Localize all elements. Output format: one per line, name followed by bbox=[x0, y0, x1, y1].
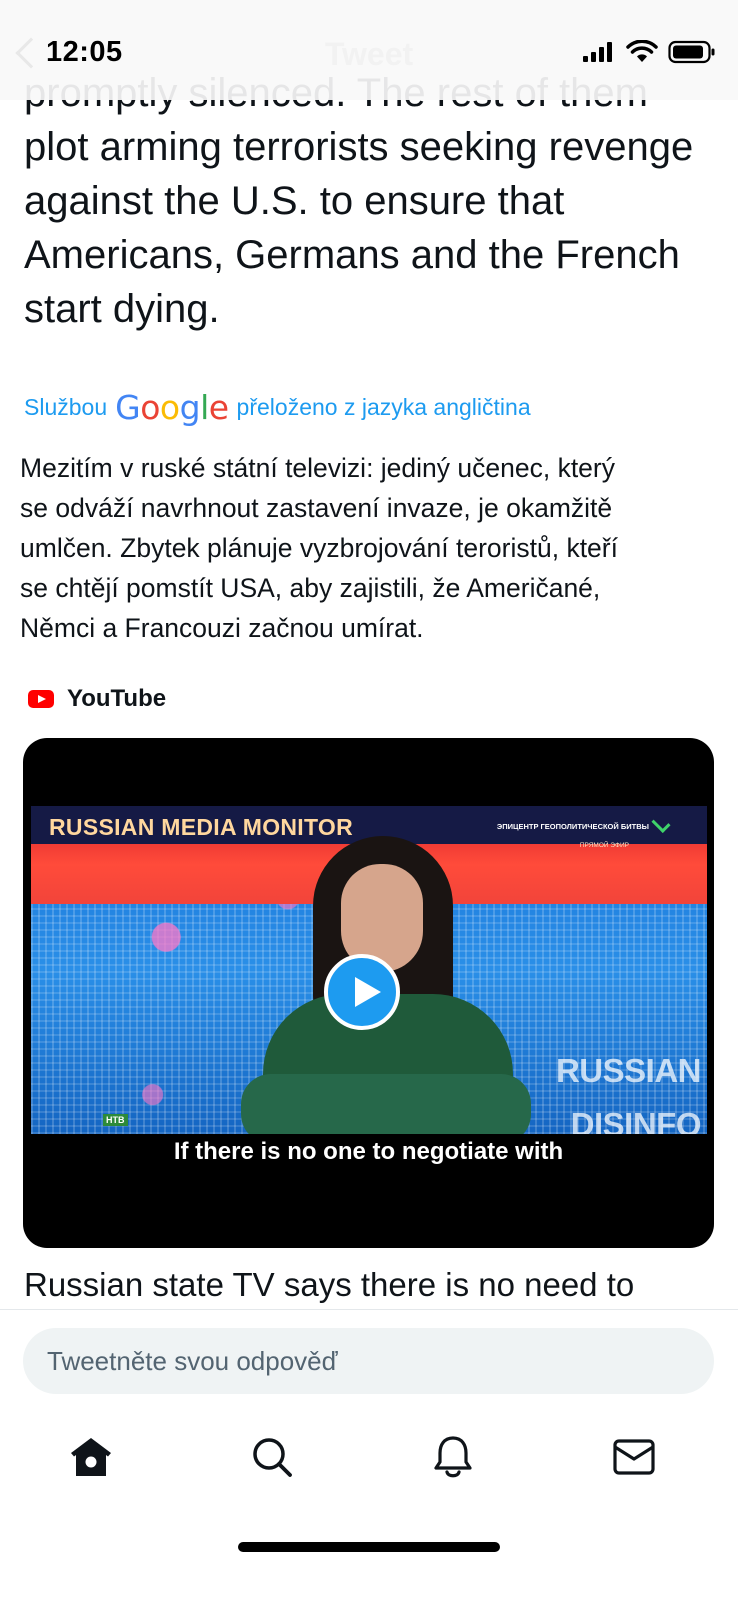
search-icon bbox=[253, 1438, 292, 1477]
google-logo-letter: l bbox=[200, 388, 209, 427]
translation-line: se odváží navrhnout zastavení invaze, je… bbox=[20, 493, 613, 523]
status-bar: Tweet 12:05 bbox=[0, 0, 738, 100]
google-logo-letter: e bbox=[208, 388, 229, 427]
wifi-icon bbox=[626, 40, 658, 62]
translation-notice[interactable]: Službou Google přeloženo z jazyka anglič… bbox=[24, 388, 531, 427]
home-indicator[interactable] bbox=[238, 1542, 500, 1552]
tweet-line: Americans, Germans and the French bbox=[24, 233, 680, 277]
tweet-line: start dying. bbox=[24, 287, 220, 331]
status-time: 12:05 bbox=[46, 36, 123, 68]
tab-home[interactable] bbox=[66, 1432, 116, 1482]
translation-prefix: Službou bbox=[24, 394, 108, 420]
translation-line: Mezitím v ruské státní televizi: jediný … bbox=[20, 453, 615, 483]
card-source-label: YouTube bbox=[67, 685, 167, 712]
translation-line: umlčen. Zbytek plánuje vyzbrojování tero… bbox=[20, 533, 618, 563]
google-logo-letter: o bbox=[140, 388, 160, 427]
tab-bar bbox=[0, 1420, 738, 1500]
tweet-text: plot arming terrorists seeking revenge a… bbox=[24, 120, 724, 336]
tab-search[interactable] bbox=[247, 1432, 297, 1482]
tab-notifications[interactable] bbox=[428, 1432, 478, 1482]
battery-icon bbox=[668, 40, 715, 64]
watermark-line: RUSSIAN bbox=[555, 1052, 702, 1089]
video-banner-caption: ЭПИЦЕНТР ГЕОПОЛИТИЧЕСКОЙ БИТВЫ bbox=[496, 822, 649, 831]
watermark-line: DISINFO bbox=[570, 1106, 702, 1134]
card-title[interactable]: Russian state TV says there is no need t… bbox=[24, 1266, 634, 1304]
translation-line: Němci a Francouzi začnou umírat. bbox=[20, 613, 424, 643]
video-banner-title: RUSSIAN MEDIA MONITOR bbox=[49, 814, 354, 840]
tweet-line: against the U.S. to ensure that bbox=[24, 179, 565, 223]
anchor-figure-arms bbox=[241, 1074, 531, 1134]
video-card[interactable]: RUSSIAN MEDIA MONITOR ЭПИЦЕНТР ГЕОПОЛИТИ… bbox=[23, 738, 714, 1248]
home-icon bbox=[71, 1438, 111, 1476]
translation-line: se chtějí pomstít USA, aby zajistili, že… bbox=[20, 573, 601, 603]
messages-icon bbox=[613, 1439, 655, 1475]
tweet-line: plot arming terrorists seeking revenge bbox=[24, 125, 694, 169]
cellular-signal-icon bbox=[583, 42, 612, 62]
status-icons bbox=[582, 40, 716, 64]
google-logo-letter: g bbox=[179, 388, 201, 427]
channel-logo: НТВ bbox=[103, 1114, 128, 1126]
google-logo-letter: G bbox=[115, 388, 141, 427]
tab-messages[interactable] bbox=[609, 1432, 659, 1482]
translated-text: Mezitím v ruské státní televizi: jediný … bbox=[20, 448, 720, 648]
notifications-icon bbox=[434, 1436, 472, 1478]
card-source: YouTube bbox=[28, 685, 166, 713]
video-subtitle: If there is no one to negotiate with bbox=[173, 1138, 564, 1165]
translation-suffix: přeloženo z jazyka angličtina bbox=[236, 394, 531, 420]
youtube-icon bbox=[28, 690, 54, 708]
video-watermark: RUSSIAN DISINFO bbox=[555, 1044, 702, 1134]
play-button[interactable] bbox=[324, 954, 400, 1030]
reply-input[interactable] bbox=[23, 1328, 714, 1394]
google-logo: Google bbox=[115, 388, 229, 427]
google-logo-letter: o bbox=[159, 388, 180, 427]
video-banner-live: ПРЯМОЙ ЭФИР bbox=[579, 842, 629, 849]
